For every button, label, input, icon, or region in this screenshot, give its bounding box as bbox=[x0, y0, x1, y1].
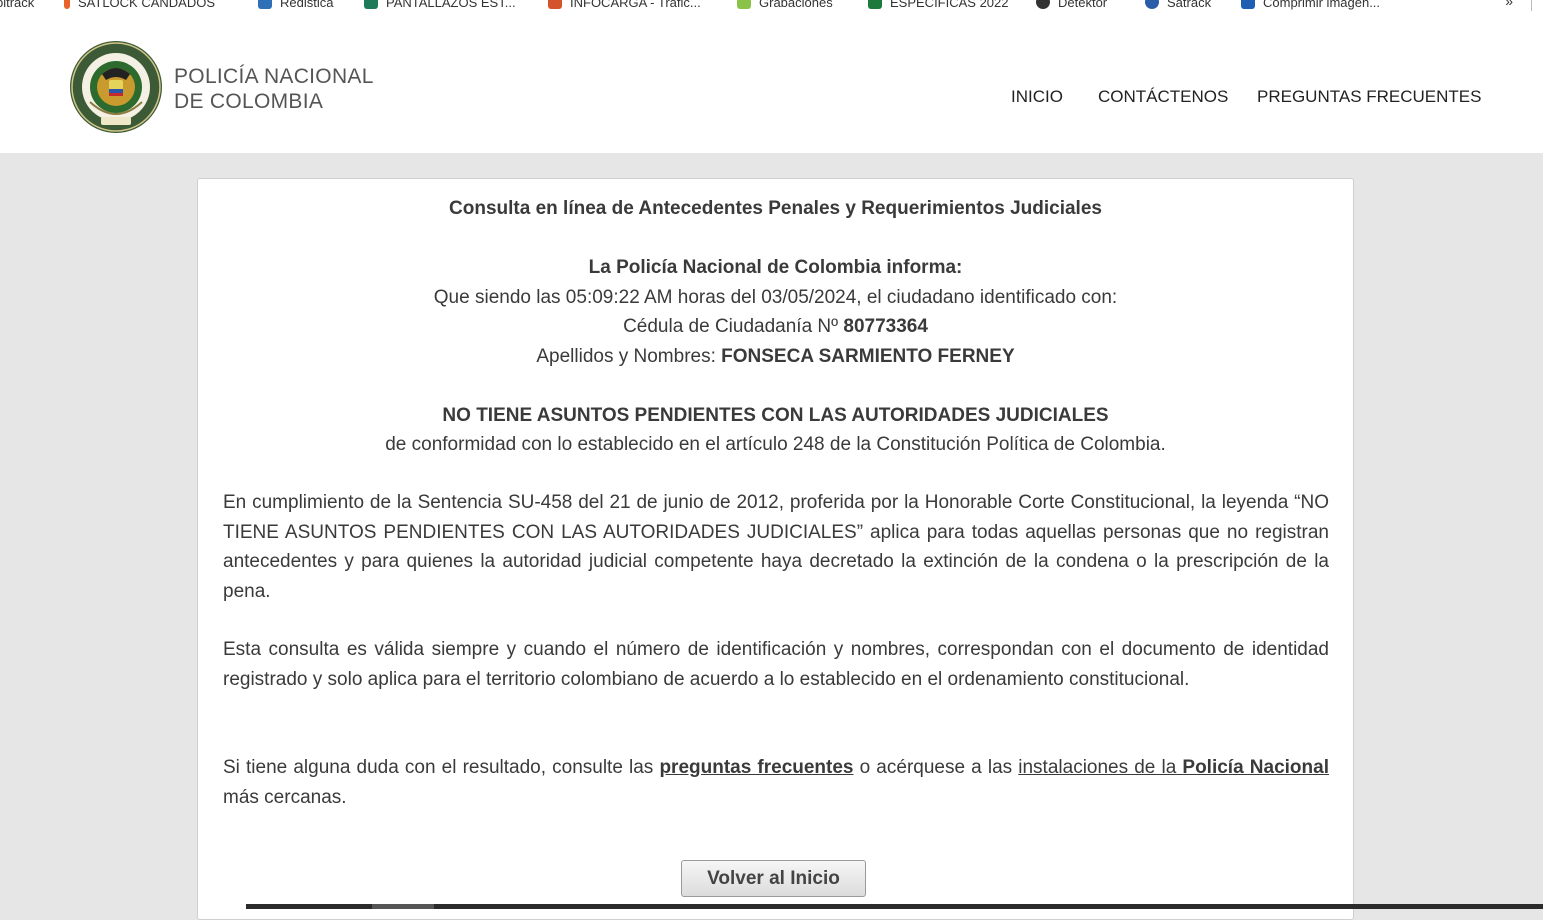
help-paragraph: Si tiene alguna duda con el resultado, c… bbox=[223, 753, 1329, 812]
status-subtext: de conformidad con lo establecido en el … bbox=[385, 434, 1166, 455]
status-heading: NO TIENE ASUNTOS PENDIENTES CON LAS AUTO… bbox=[442, 405, 1109, 426]
record-icon bbox=[737, 0, 751, 9]
installations-link-text: instalaciones de la bbox=[1018, 757, 1183, 778]
help-text: o acérquese a las bbox=[853, 757, 1019, 778]
bookmark-label: Redistica bbox=[280, 0, 334, 10]
bookmark-item[interactable]: Detektor bbox=[1036, 0, 1107, 10]
bookmark-label: bitrack bbox=[0, 0, 35, 10]
site-header: POLICÍA NACIONAL DE COLOMBIA INICIO CONT… bbox=[0, 11, 1543, 153]
taskbar-strip bbox=[372, 904, 434, 909]
faq-link[interactable]: preguntas frecuentes bbox=[659, 757, 853, 778]
brand-line: POLICÍA NACIONAL bbox=[174, 65, 374, 88]
nav-contactenos[interactable]: CONTÁCTENOS bbox=[1098, 87, 1228, 107]
back-home-button[interactable]: Volver al Inicio bbox=[681, 860, 866, 897]
compress-icon bbox=[1241, 0, 1255, 9]
divider bbox=[1531, 0, 1532, 11]
brand-line: DE COLOMBIA bbox=[174, 90, 324, 113]
id-number: 80773364 bbox=[843, 316, 928, 337]
bookmark-label: SATLOCK CANDADOS bbox=[78, 0, 216, 10]
bookmark-item[interactable]: ESPECIFICAS 2022 bbox=[868, 0, 1009, 10]
cube-icon bbox=[548, 0, 562, 9]
excel-icon bbox=[868, 0, 882, 9]
help-text: más cercanas. bbox=[223, 786, 347, 808]
sheet-icon bbox=[364, 0, 378, 9]
satellite-icon bbox=[1145, 0, 1159, 9]
bookmark-label: Grabaciones bbox=[759, 0, 833, 10]
id-line: Cédula de Ciudadanía Nº 80773364 bbox=[198, 316, 1353, 338]
bookmark-item[interactable]: SATLOCK CANDADOS bbox=[64, 0, 215, 10]
bookmark-item[interactable]: INFOCARGA - Trafic... bbox=[548, 0, 701, 10]
nav-inicio[interactable]: INICIO bbox=[1011, 87, 1063, 107]
bookmark-label: Satrack bbox=[1167, 0, 1212, 10]
police-emblem-logo[interactable] bbox=[68, 40, 164, 134]
query-time-line: Que siendo las 05:09:22 AM horas del 03/… bbox=[433, 287, 1118, 308]
dots-icon bbox=[64, 0, 70, 9]
bookmark-item[interactable]: Comprimir imagen... bbox=[1241, 0, 1380, 10]
installations-link[interactable]: instalaciones de la Policía Nacional bbox=[1018, 757, 1329, 778]
validity-paragraph: Esta consulta es válida siempre y cuando… bbox=[223, 639, 1329, 690]
bookmarks-bar: bitrack SATLOCK CANDADOS Redistica PANTA… bbox=[0, 0, 1543, 11]
bookmark-item[interactable]: PANTALLAZOS EST... bbox=[364, 0, 516, 10]
sentencia-paragraph: En cumplimiento de la Sentencia SU-458 d… bbox=[223, 492, 1329, 602]
name-line: Apellidos y Nombres: FONSECA SARMIENTO F… bbox=[198, 346, 1353, 368]
informa-heading: La Policía Nacional de Colombia informa: bbox=[588, 257, 963, 278]
result-panel: Consulta en línea de Antecedentes Penale… bbox=[197, 178, 1354, 920]
chart-icon bbox=[258, 0, 272, 9]
bookmark-item[interactable]: Grabaciones bbox=[737, 0, 833, 10]
name-value: FONSECA SARMIENTO FERNEY bbox=[721, 346, 1015, 367]
bookmark-item[interactable]: bitrack bbox=[0, 0, 34, 10]
bookmark-label: Detektor bbox=[1058, 0, 1108, 10]
id-label: Cédula de Ciudadanía Nº bbox=[623, 316, 844, 337]
bookmark-label: ESPECIFICAS 2022 bbox=[890, 0, 1009, 10]
bookmark-label: PANTALLAZOS EST... bbox=[386, 0, 516, 10]
help-text: Si tiene alguna duda con el resultado, c… bbox=[223, 757, 660, 778]
bookmark-item[interactable]: Satrack bbox=[1145, 0, 1211, 10]
more-bookmarks-icon[interactable]: » bbox=[1505, 0, 1513, 9]
name-label: Apellidos y Nombres: bbox=[536, 346, 722, 367]
globe-icon bbox=[1036, 0, 1050, 9]
bookmark-label: INFOCARGA - Trafic... bbox=[570, 0, 701, 10]
installations-link-bold: Policía Nacional bbox=[1182, 757, 1329, 778]
nav-preguntas-frecuentes[interactable]: PREGUNTAS FRECUENTES bbox=[1257, 87, 1482, 107]
taskbar-strip bbox=[246, 904, 1543, 909]
brand-name: POLICÍA NACIONAL DE COLOMBIA bbox=[174, 64, 374, 114]
bookmark-item[interactable]: Redistica bbox=[258, 0, 333, 10]
page-title: Consulta en línea de Antecedentes Penale… bbox=[449, 198, 1102, 219]
bookmark-label: Comprimir imagen... bbox=[1263, 0, 1381, 10]
